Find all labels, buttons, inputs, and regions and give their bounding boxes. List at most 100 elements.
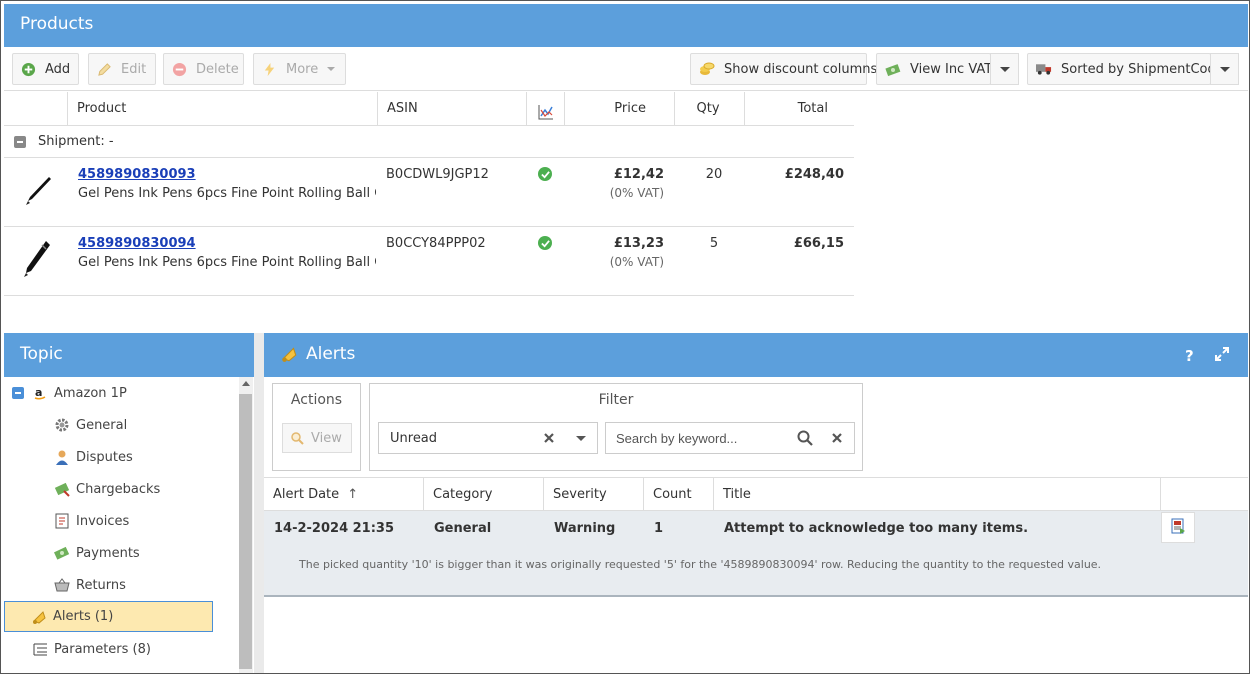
product-vat: (0% VAT)	[609, 186, 664, 200]
coins-icon	[699, 61, 715, 77]
table-row[interactable]: 4589890830094 Gel Pens Ink Pens 6pcs Fin…	[4, 227, 854, 296]
col-price-label: Price	[614, 101, 646, 116]
app-window: Products Add Edit Delete More Show disco…	[0, 0, 1250, 674]
pen-thumbnail-icon	[22, 239, 52, 283]
clear-search-icon[interactable]	[831, 432, 843, 448]
minus-circle-icon	[172, 61, 187, 77]
open-detail-button[interactable]	[1161, 512, 1195, 543]
product-sku-link[interactable]: 4589890830093	[78, 167, 196, 182]
tree-item-chargebacks[interactable]: Chargebacks	[54, 474, 160, 504]
col-title[interactable]: Title	[714, 478, 1161, 511]
check-circle-icon	[538, 236, 552, 252]
tree-item-invoices[interactable]: Invoices	[54, 506, 129, 536]
products-header: Products	[4, 4, 1248, 47]
col-asin[interactable]: ASIN	[377, 92, 526, 126]
expand-icon[interactable]	[1214, 346, 1230, 366]
view-inc-vat-button[interactable]: View Inc VAT	[876, 53, 993, 85]
alert-row[interactable]: 14-2-2024 21:35 General Warning 1 Attemp…	[264, 511, 1248, 597]
panel-splitter[interactable]	[254, 333, 264, 673]
pen-thumbnail-icon	[24, 175, 52, 211]
col-alert-date-label: Alert Date	[273, 487, 340, 502]
edit-button[interactable]: Edit	[88, 53, 156, 85]
tree-item-alerts[interactable]: Alerts (1)	[4, 601, 213, 632]
alerts-grid-header: Alert Date ↑ Category Severity Count Tit…	[264, 477, 1248, 511]
col-category[interactable]: Category	[424, 478, 544, 511]
product-asin: B0CCY84PPP02	[386, 236, 486, 251]
product-sku-link[interactable]: 4589890830094	[78, 236, 196, 251]
amazon-icon: a	[32, 385, 48, 401]
product-price: £12,42	[613, 167, 664, 182]
view-vat-label: View Inc VAT	[910, 61, 993, 77]
alert-date: 14-2-2024 21:35	[274, 521, 395, 536]
col-severity-label: Severity	[553, 487, 607, 502]
view-button[interactable]: View	[282, 423, 352, 453]
chevron-down-icon	[999, 66, 1010, 72]
col-total[interactable]: Total	[744, 92, 854, 126]
tree-root-amazon-1p[interactable]: a Amazon 1P	[12, 378, 127, 408]
view-vat-dropdown[interactable]	[990, 53, 1019, 85]
collapse-icon[interactable]	[12, 387, 24, 399]
table-row[interactable]: 4589890830093 Gel Pens Ink Pens 6pcs Fin…	[4, 158, 854, 227]
help-button[interactable]: ?	[1185, 347, 1194, 365]
col-alert-date[interactable]: Alert Date ↑	[264, 478, 424, 511]
col-product[interactable]: Product	[67, 92, 377, 126]
sorted-by-button[interactable]: Sorted by ShipmentCode	[1027, 53, 1224, 85]
product-total: £248,40	[784, 167, 844, 182]
col-count[interactable]: Count	[644, 478, 714, 511]
more-label: More	[286, 61, 319, 77]
keyword-search-input[interactable]	[605, 422, 855, 454]
tree-item-payments[interactable]: Payments	[54, 538, 140, 568]
shipment-group-label: Shipment: -	[38, 134, 114, 149]
status-filter-select[interactable]: Unread	[378, 422, 598, 454]
tree-item-label: Parameters (8)	[54, 641, 151, 657]
check-circle-icon	[538, 167, 552, 183]
more-caret-icon	[327, 67, 336, 71]
svg-text:a: a	[35, 386, 42, 399]
col-category-label: Category	[433, 487, 493, 502]
products-grid: Product ASIN Price Qty Total Shipment: -…	[4, 92, 854, 296]
product-description: Gel Pens Ink Pens 6pcs Fine Point Rollin…	[78, 255, 376, 270]
collapse-icon[interactable]	[14, 136, 26, 148]
products-grid-header: Product ASIN Price Qty Total	[4, 92, 854, 126]
sort-dropdown[interactable]	[1210, 53, 1239, 85]
col-severity[interactable]: Severity	[544, 478, 644, 511]
shipment-group-row[interactable]: Shipment: -	[4, 126, 854, 158]
col-price[interactable]: Price	[564, 92, 674, 126]
tree-item-parameters[interactable]: Parameters (8)	[32, 634, 151, 664]
truck-icon	[1036, 61, 1052, 77]
alerts-grid: Alert Date ↑ Category Severity Count Tit…	[264, 477, 1248, 597]
product-vat: (0% VAT)	[609, 255, 664, 269]
search-icon[interactable]	[797, 430, 813, 450]
show-discount-columns-button[interactable]: Show discount columns	[690, 53, 877, 85]
scroll-up-arrow-icon[interactable]	[242, 381, 250, 386]
gear-icon	[54, 417, 70, 433]
person-icon	[54, 449, 70, 465]
basket-icon	[54, 577, 70, 593]
tree-item-returns[interactable]: Returns	[54, 570, 126, 600]
search-icon	[290, 431, 304, 445]
col-chart[interactable]	[526, 92, 564, 126]
delete-button[interactable]: Delete	[163, 53, 244, 85]
clear-icon[interactable]	[543, 432, 555, 448]
col-qty[interactable]: Qty	[674, 92, 744, 126]
col-qty-label: Qty	[696, 101, 720, 116]
pencil-icon	[97, 61, 112, 77]
tree-item-general[interactable]: General	[54, 410, 127, 440]
status-filter-value: Unread	[390, 430, 438, 446]
filter-title: Filter	[598, 392, 634, 408]
money-icon	[885, 61, 901, 77]
chevron-down-icon	[1219, 66, 1230, 72]
tree-item-disputes[interactable]: Disputes	[54, 442, 133, 472]
topic-scroll-thumb[interactable]	[239, 394, 252, 669]
col-count-label: Count	[653, 487, 692, 502]
list-icon	[32, 641, 48, 657]
tree-item-label: Invoices	[76, 513, 130, 529]
topic-header: Topic	[4, 333, 254, 377]
tree-item-label: Payments	[76, 545, 140, 561]
add-button[interactable]: Add	[12, 53, 79, 85]
more-button[interactable]: More	[253, 53, 346, 85]
view-label: View	[311, 430, 342, 446]
product-total: £66,15	[793, 236, 844, 251]
chevron-down-icon[interactable]	[576, 436, 586, 441]
tree-item-label: Returns	[76, 577, 126, 593]
